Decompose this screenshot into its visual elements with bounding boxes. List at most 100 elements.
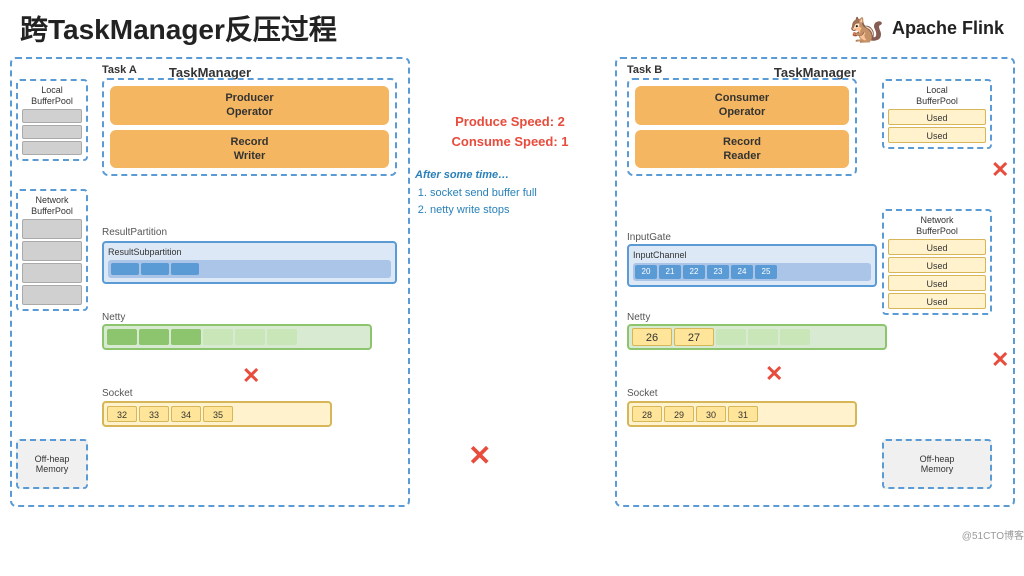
netty-cell-empty xyxy=(716,329,746,345)
ic-cell-20: 20 xyxy=(635,265,657,279)
page-title: 跨TaskManager反压过程 xyxy=(20,8,337,48)
netty-cell-empty xyxy=(748,329,778,345)
left-socket-label: Socket xyxy=(102,388,133,399)
netty-cell-empty xyxy=(780,329,810,345)
left-local-pool-label: LocalBufferPool xyxy=(22,85,82,107)
buffer-row xyxy=(22,263,82,283)
socket-cell-31: 31 xyxy=(728,406,758,422)
task-b-label: Task B xyxy=(627,64,857,76)
middle-x-mark: ✕ xyxy=(468,442,491,470)
netty-cell xyxy=(107,329,137,345)
task-a-container: Task A ProducerOperator RecordWriter xyxy=(102,64,397,176)
speed-info: Produce Speed: 2 Consume Speed: 1 xyxy=(415,112,605,151)
after-info: After some time… socket send buffer full… xyxy=(415,167,605,220)
ic-cell-21: 21 xyxy=(659,265,681,279)
left-offheap-memory: Off-heapMemory xyxy=(16,439,88,489)
task-a-label: Task A xyxy=(102,64,397,76)
consume-speed-label: Consume Speed: xyxy=(451,134,561,149)
rp-cell xyxy=(111,263,139,275)
used-cell: Used xyxy=(888,275,986,291)
right-side-x-mark-top: ✕ xyxy=(991,159,1009,181)
after-title: After some time… xyxy=(415,167,605,185)
record-writer: RecordWriter xyxy=(110,130,389,169)
socket-cell-35: 35 xyxy=(203,406,233,422)
socket-cell-28: 28 xyxy=(632,406,662,422)
rp-inner xyxy=(108,260,391,278)
left-taskmanager-box: TaskManager LocalBufferPool NetworkBuffe… xyxy=(10,57,410,507)
ic-cell-24: 24 xyxy=(731,265,753,279)
socket-cell-32: 32 xyxy=(107,406,137,422)
right-netty-label: Netty xyxy=(627,312,650,323)
watermark: @51CTO博客 xyxy=(962,527,1024,542)
left-local-buffer-pool: LocalBufferPool xyxy=(16,79,88,161)
task-a-inner: ProducerOperator RecordWriter xyxy=(102,78,397,176)
rp-label: ResultSubpartition xyxy=(108,247,391,257)
netty-cell-empty xyxy=(267,329,297,345)
ic-cell-25: 25 xyxy=(755,265,777,279)
left-netty-x-mark: ✕ xyxy=(242,365,260,387)
right-socket-box: 28 29 30 31 xyxy=(627,401,857,427)
buffer-row xyxy=(22,219,82,239)
right-netty-box: 26 27 xyxy=(627,324,887,350)
socket-cell-29: 29 xyxy=(664,406,694,422)
right-network-pool-label: NetworkBufferPool xyxy=(888,215,986,237)
result-subpartition: ResultSubpartition xyxy=(102,241,397,284)
logo-area: 🐿️ Apache Flink xyxy=(849,12,1004,45)
right-network-used: Used Used Used Used xyxy=(888,239,986,309)
task-b-container: Task B ConsumerOperator RecordReader xyxy=(627,64,857,176)
ic-cell-22: 22 xyxy=(683,265,705,279)
left-netty-label: Netty xyxy=(102,312,125,323)
after-list: socket send buffer full netty write stop… xyxy=(415,185,605,220)
netty-cell xyxy=(171,329,201,345)
buffer-row xyxy=(22,241,82,261)
after-list-item: netty write stops xyxy=(430,202,605,220)
netty-cell-empty xyxy=(235,329,265,345)
producer-operator: ProducerOperator xyxy=(110,86,389,125)
right-local-pool-label: LocalBufferPool xyxy=(888,85,986,107)
buffer-row xyxy=(22,125,82,139)
used-cell: Used xyxy=(888,257,986,273)
right-side-x-mark-bottom: ✕ xyxy=(991,349,1009,371)
after-list-item: socket send buffer full xyxy=(430,185,605,203)
ic-label: InputChannel xyxy=(633,250,871,260)
input-gate-label: InputGate xyxy=(627,232,671,243)
right-local-buffer-pool: LocalBufferPool Used Used xyxy=(882,79,992,149)
right-socket-label: Socket xyxy=(627,388,658,399)
right-network-buffer-pool: NetworkBufferPool Used Used Used Used xyxy=(882,209,992,315)
socket-cell-30: 30 xyxy=(696,406,726,422)
right-taskmanager-box: TaskManager Task B ConsumerOperator Reco… xyxy=(615,57,1015,507)
right-offheap-memory: Off-heapMemory xyxy=(882,439,992,489)
socket-cell-33: 33 xyxy=(139,406,169,422)
netty-cell xyxy=(139,329,169,345)
consumer-operator: ConsumerOperator xyxy=(635,86,849,125)
task-b-inner: ConsumerOperator RecordReader xyxy=(627,78,857,176)
produce-speed-label: Produce Speed: xyxy=(455,114,558,129)
left-network-buffers xyxy=(22,219,82,305)
netty-cell-27: 27 xyxy=(674,328,714,346)
left-local-buffers xyxy=(22,109,82,155)
ic-cell-23: 23 xyxy=(707,265,729,279)
produce-speed-value: 2 xyxy=(558,114,565,129)
left-network-buffer-pool: NetworkBufferPool xyxy=(16,189,88,311)
buffer-row xyxy=(22,109,82,123)
logo-text: Apache Flink xyxy=(892,18,1004,39)
result-partition-label: ResultPartition xyxy=(102,227,167,238)
diagram: TaskManager LocalBufferPool NetworkBuffe… xyxy=(0,52,1024,542)
rp-cell xyxy=(171,263,199,275)
record-reader: RecordReader xyxy=(635,130,849,169)
buffer-row xyxy=(22,285,82,305)
rp-cell xyxy=(141,263,169,275)
left-network-pool-label: NetworkBufferPool xyxy=(22,195,82,217)
netty-cell-empty xyxy=(203,329,233,345)
left-netty-box xyxy=(102,324,372,350)
netty-cell-26: 26 xyxy=(632,328,672,346)
ic-inner: 20 21 22 23 24 25 xyxy=(633,263,871,281)
used-cell: Used xyxy=(888,293,986,309)
left-socket-box: 32 33 34 35 xyxy=(102,401,332,427)
used-cell: Used xyxy=(888,239,986,255)
used-cell: Used xyxy=(888,127,986,143)
consume-speed-value: 1 xyxy=(561,134,568,149)
right-local-used: Used Used xyxy=(888,109,986,143)
right-netty-x-mark: ✕ xyxy=(765,363,783,385)
middle-section: Produce Speed: 2 Consume Speed: 1 After … xyxy=(415,112,605,220)
